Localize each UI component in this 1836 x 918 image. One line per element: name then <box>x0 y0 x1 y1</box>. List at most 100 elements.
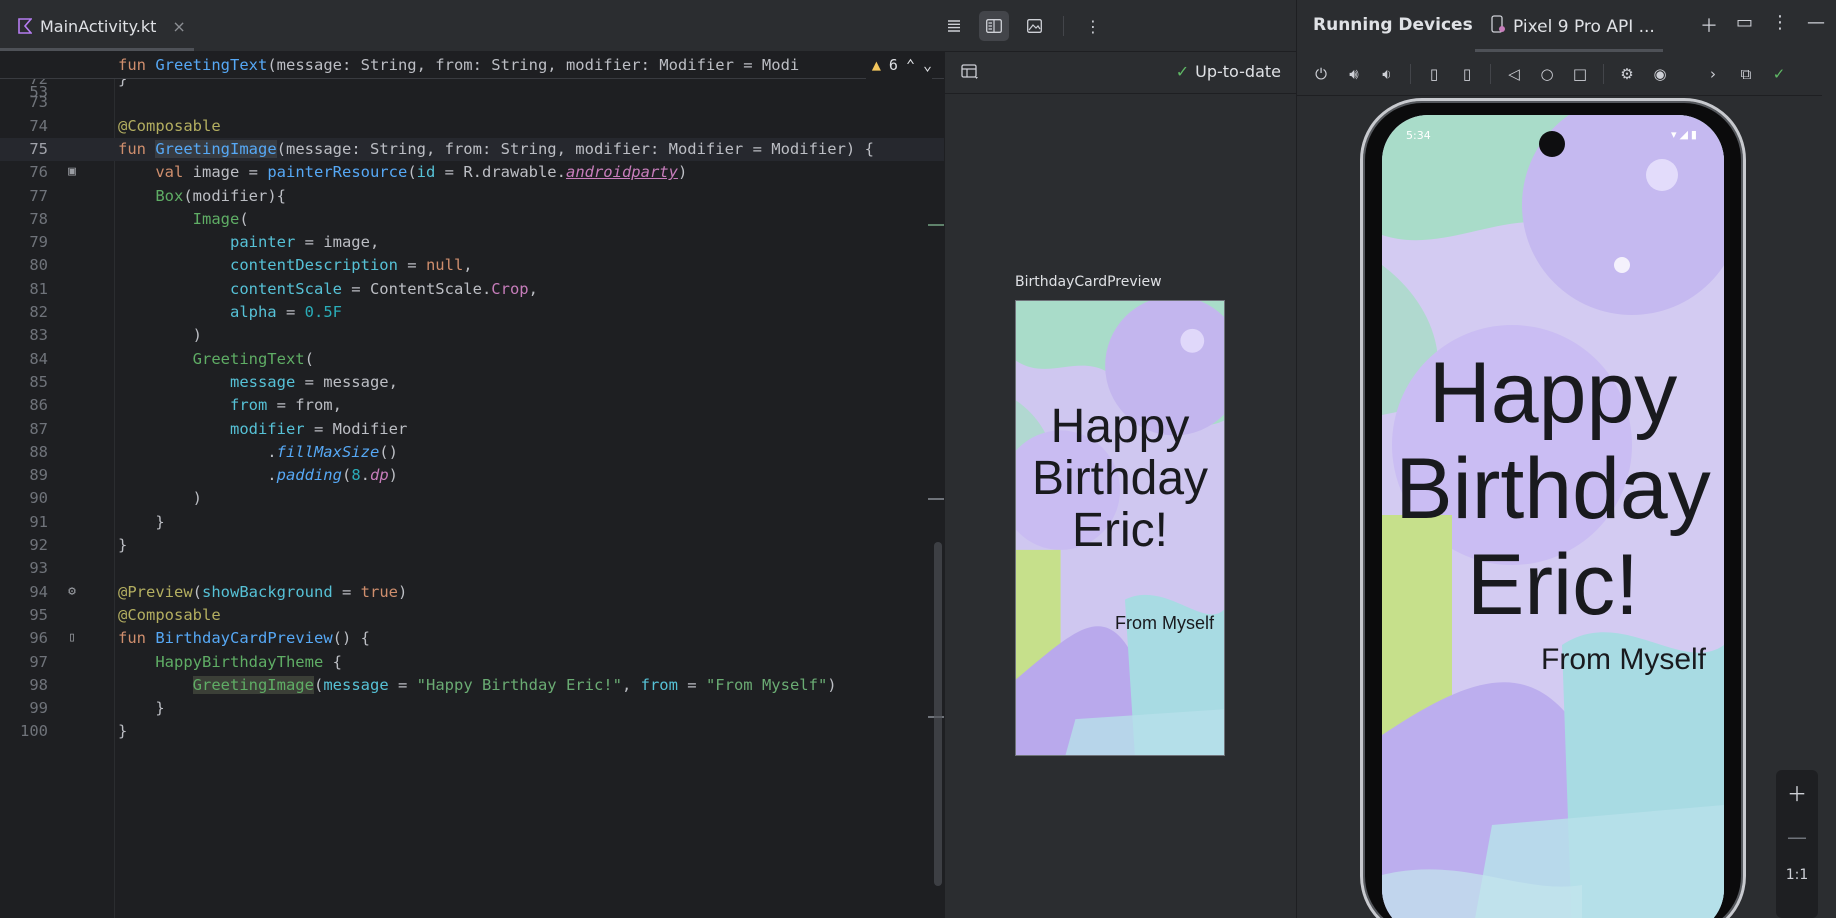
code-text: ) <box>118 326 202 345</box>
home-icon[interactable]: ○ <box>1533 60 1561 88</box>
code-line[interactable]: 73 <box>0 91 944 114</box>
line-number[interactable]: 82 <box>0 301 48 324</box>
overview-icon[interactable]: □ <box>1566 60 1594 88</box>
line-number[interactable]: 85 <box>0 371 48 394</box>
code-line[interactable]: 90 ) <box>0 487 944 510</box>
editor-scrollbar[interactable] <box>934 542 942 886</box>
tab-device[interactable]: Pixel 9 Pro API ... <box>1491 15 1655 38</box>
code-line[interactable]: 92} <box>0 534 944 557</box>
next-highlight-icon[interactable]: ⌄ <box>923 52 932 79</box>
code-line[interactable]: 95 @Composable <box>0 604 944 627</box>
line-number[interactable]: 96 <box>0 627 48 650</box>
code-line[interactable]: 80 contentDescription = null, <box>0 254 944 277</box>
tab-scrollbar[interactable] <box>0 48 194 51</box>
line-number[interactable]: 88 <box>0 441 48 464</box>
layout-options-icon[interactable] <box>961 64 979 84</box>
rotate-right-icon[interactable]: ▯ <box>1453 60 1481 88</box>
line-number[interactable]: 95 <box>0 604 48 627</box>
code-line[interactable]: 76 ▣ val image = painterResource(id = R.d… <box>0 161 944 184</box>
volume-up-icon[interactable]: 🔊︎ <box>1340 60 1368 88</box>
code-line[interactable]: 83 ) <box>0 324 944 347</box>
line-number[interactable]: 97 <box>0 651 48 674</box>
design-view-icon[interactable] <box>1019 11 1049 41</box>
code-line[interactable]: 98 GreetingImage(message = "Happy Birthd… <box>0 674 944 697</box>
preview-greeting: Happy Birthday Eric! <box>1016 401 1224 557</box>
line-number[interactable]: 92 <box>0 534 48 557</box>
close-tab-icon[interactable]: × <box>172 17 185 36</box>
code-line[interactable]: 97 HappyBirthdayTheme { <box>0 651 944 674</box>
more-options-icon[interactable]: ⋮ <box>1771 12 1789 38</box>
code-line[interactable]: 85 message = message, <box>0 371 944 394</box>
device-screen[interactable]: 5:34 ▾◢▮ Happy Birthday Eric! From Mysel… <box>1382 115 1724 918</box>
code-line[interactable]: 94 ⚙ @Preview(showBackground = true) <box>0 581 944 604</box>
code-line[interactable]: 100} <box>0 720 944 743</box>
add-device-icon[interactable]: ＋ <box>1700 12 1718 38</box>
code-line[interactable]: 74 @Composable <box>0 115 944 138</box>
line-number[interactable]: 90 <box>0 487 48 510</box>
layout-icon[interactable]: ▭ <box>1736 12 1753 38</box>
line-number[interactable]: 99 <box>0 697 48 720</box>
zoom-actual-size[interactable]: 1:1 <box>1786 867 1809 883</box>
code-text: GreetingText( <box>192 349 314 368</box>
camera-cutout <box>1539 131 1565 157</box>
line-number[interactable]: 80 <box>0 254 48 277</box>
line-number[interactable]: 78 <box>0 208 48 231</box>
image-resource-icon[interactable]: ▣ <box>64 164 80 180</box>
line-number[interactable]: 84 <box>0 348 48 371</box>
tab-mainactivity[interactable]: MainActivity.kt × <box>0 0 194 52</box>
sticky-scroll-line[interactable]: 53 fun GreetingText(message: String, fro… <box>0 52 944 101</box>
more-options-icon[interactable]: ⋮ <box>1078 11 1108 41</box>
split-view-icon[interactable] <box>979 11 1009 41</box>
birthday-card-preview[interactable]: Happy Birthday Eric! From Myself <box>1015 300 1225 756</box>
code-line[interactable]: 99 } <box>0 697 944 720</box>
code-line[interactable]: 91 } <box>0 511 944 534</box>
line-number[interactable]: 100 <box>0 720 48 743</box>
code-view-icon[interactable] <box>939 11 969 41</box>
power-icon[interactable]: ⏻ <box>1307 60 1335 88</box>
line-number[interactable]: 79 <box>0 231 48 254</box>
line-number[interactable]: 94 <box>0 581 48 604</box>
code-line[interactable]: 86 from = from, <box>0 394 944 417</box>
code-text: HappyBirthdayTheme { <box>155 652 342 671</box>
code-line[interactable]: 96 ▯ fun BirthdayCardPreview() { <box>0 627 944 650</box>
code-editor[interactable]: 53 fun GreetingText(message: String, fro… <box>0 52 944 918</box>
line-number[interactable]: 83 <box>0 324 48 347</box>
running-devices-panel: Running Devices Pixel 9 Pro API ... ＋ ▭ … <box>1296 0 1836 918</box>
preview-settings-icon[interactable]: ⚙ <box>64 584 80 600</box>
run-preview-icon[interactable]: ▯ <box>64 630 80 646</box>
line-number[interactable]: 87 <box>0 418 48 441</box>
code-line[interactable]: 81 contentScale = ContentScale.Crop, <box>0 278 944 301</box>
line-number[interactable]: 89 <box>0 464 48 487</box>
volume-down-icon[interactable]: 🔉︎ <box>1373 60 1401 88</box>
line-number[interactable]: 93 <box>0 557 48 580</box>
mirror-device-icon[interactable]: ⧉ <box>1732 60 1760 88</box>
code-line[interactable]: 87 modifier = Modifier <box>0 418 944 441</box>
line-number[interactable]: 98 <box>0 674 48 697</box>
line-number[interactable]: 77 <box>0 185 48 208</box>
screenshot-icon[interactable]: ◉ <box>1646 60 1674 88</box>
code-line[interactable]: 84 GreetingText( <box>0 348 944 371</box>
code-line[interactable]: 79 painter = image, <box>0 231 944 254</box>
zoom-out-icon[interactable]: — <box>1787 825 1807 849</box>
line-number[interactable]: 86 <box>0 394 48 417</box>
code-line[interactable]: 89 .padding(8.dp) <box>0 464 944 487</box>
code-line[interactable]: 88 .fillMaxSize() <box>0 441 944 464</box>
code-line[interactable]: 75 fun GreetingImage(message: String, fro… <box>0 137 944 162</box>
back-icon[interactable]: ◁ <box>1500 60 1528 88</box>
code-line[interactable]: 93 <box>0 557 944 580</box>
code-line[interactable]: 77 Box(modifier){ <box>0 185 944 208</box>
code-text: } <box>118 536 128 554</box>
previous-highlight-icon[interactable]: ⌃ <box>906 52 915 79</box>
apply-changes-check-icon[interactable]: ✓ <box>1765 60 1793 88</box>
line-number[interactable]: 81 <box>0 278 48 301</box>
expand-toolbar-icon[interactable]: › <box>1699 60 1727 88</box>
status-icons: ▾◢▮ <box>1670 128 1700 141</box>
device-settings-icon[interactable]: ⚙ <box>1613 60 1641 88</box>
code-line[interactable]: 82 alpha = 0.5F <box>0 301 944 324</box>
inspection-widget[interactable]: ▲ 6 ⌃ ⌄ <box>865 52 932 79</box>
minimize-icon[interactable]: — <box>1807 12 1825 38</box>
code-line[interactable]: 78 Image( <box>0 208 944 231</box>
zoom-in-icon[interactable]: ＋ <box>1787 778 1807 807</box>
line-number[interactable]: 91 <box>0 511 48 534</box>
rotate-left-icon[interactable]: ▯ <box>1420 60 1448 88</box>
